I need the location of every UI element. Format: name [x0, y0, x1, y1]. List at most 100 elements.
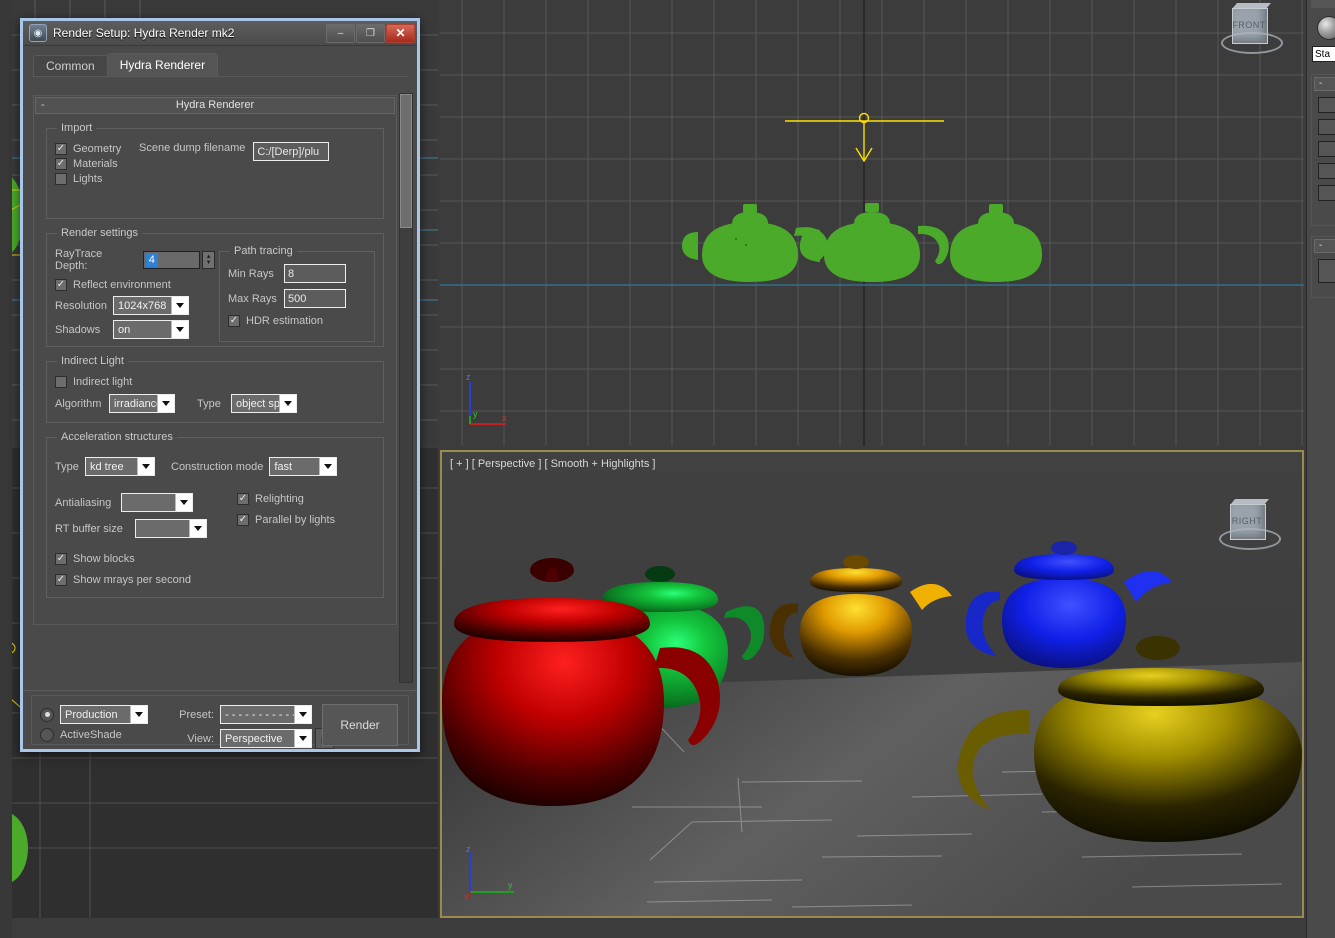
row-activeshade[interactable]: ActiveShade — [40, 728, 148, 742]
row-show-blocks[interactable]: Show blocks — [55, 553, 375, 565]
render-button[interactable]: Render — [322, 704, 398, 746]
reflect-environment-checkbox[interactable] — [55, 279, 67, 291]
row-accel-type[interactable]: Type kd tree Construction mode fast — [55, 457, 375, 476]
algorithm-combo[interactable]: irradiance — [109, 394, 175, 413]
row-hdr-estimation[interactable]: HDR estimation — [228, 315, 366, 327]
chevron-down-icon[interactable] — [189, 520, 206, 537]
tab-hydra-renderer[interactable]: Hydra Renderer — [107, 53, 218, 76]
minimize-button[interactable]: – — [326, 24, 355, 43]
row-indirect-light[interactable]: Indirect light — [55, 376, 375, 388]
dialog-tabs[interactable]: Common Hydra Renderer — [23, 54, 417, 76]
cp-row-5[interactable] — [1318, 185, 1335, 201]
row-rt-buffer-size[interactable]: RT buffer size — [55, 519, 225, 538]
show-blocks-label: Show blocks — [73, 553, 135, 565]
raytrace-depth-input[interactable]: 4 — [143, 251, 200, 269]
tab-common[interactable]: Common — [33, 55, 108, 76]
row-lights[interactable]: Lights — [55, 173, 139, 185]
row-materials[interactable]: Materials — [55, 158, 139, 170]
indirect-type-combo[interactable]: object spa — [231, 394, 297, 413]
row-algorithm[interactable]: Algorithm irradiance Type object spa — [55, 394, 375, 413]
rollout-header[interactable]: - Hydra Renderer — [35, 97, 395, 114]
hdr-estimation-checkbox[interactable] — [228, 315, 240, 327]
chevron-down-icon[interactable] — [171, 321, 188, 338]
perspective-render — [442, 452, 1302, 916]
cp-rollout-2[interactable]: - — [1311, 236, 1335, 298]
construction-mode-combo[interactable]: fast — [269, 457, 337, 476]
row-view[interactable]: View: Perspective — [172, 728, 334, 749]
scene-dump-input[interactable]: C:/[Derp]/plu — [253, 142, 329, 161]
cp-name-field[interactable]: Sta — [1312, 46, 1335, 62]
activeshade-radio[interactable] — [40, 728, 54, 742]
shadows-combo[interactable]: on — [113, 320, 189, 339]
cp-rollout-1-header[interactable]: - — [1314, 77, 1335, 91]
row-relighting[interactable]: Relighting — [237, 493, 375, 505]
row-raytrace-depth[interactable]: RayTrace Depth: 4 ▲ ▼ — [55, 248, 215, 272]
chevron-down-icon[interactable] — [157, 395, 174, 412]
lights-checkbox[interactable] — [55, 173, 67, 185]
scrollbar-thumb[interactable] — [400, 94, 412, 228]
cp-row-2[interactable] — [1318, 119, 1335, 135]
chevron-down-icon[interactable] — [294, 730, 311, 747]
relighting-checkbox[interactable] — [237, 493, 249, 505]
activeshade-label: ActiveShade — [60, 729, 122, 741]
viewcube-perspective[interactable]: RIGHT — [1220, 498, 1276, 554]
chevron-down-icon[interactable] — [294, 706, 311, 723]
lights-label: Lights — [73, 173, 102, 185]
materials-checkbox[interactable] — [55, 158, 67, 170]
production-combo[interactable]: Production — [60, 705, 148, 724]
viewport-perspective[interactable]: [ + ] [ Perspective ] [ Smooth + Highlig… — [440, 450, 1304, 918]
geometry-checkbox[interactable] — [55, 143, 67, 155]
cp-row-4[interactable] — [1318, 163, 1335, 179]
min-rays-input[interactable]: 8 — [284, 264, 346, 283]
row-min-rays[interactable]: Min Rays 8 — [228, 264, 366, 283]
show-blocks-checkbox[interactable] — [55, 553, 67, 565]
row-shadows[interactable]: Shadows on — [55, 320, 215, 339]
row-geometry[interactable]: Geometry — [55, 143, 139, 155]
chevron-down-icon[interactable] — [319, 458, 336, 475]
chevron-down-icon[interactable] — [175, 494, 192, 511]
antialiasing-combo[interactable] — [121, 493, 193, 512]
show-mrays-checkbox[interactable] — [55, 574, 67, 586]
rt-buffer-combo[interactable] — [135, 519, 207, 538]
chevron-down-icon[interactable] — [137, 458, 154, 475]
cp-row-1[interactable] — [1318, 97, 1335, 113]
row-reflect-environment[interactable]: Reflect environment — [55, 279, 215, 291]
accel-type-combo[interactable]: kd tree — [85, 457, 155, 476]
row-antialiasing[interactable]: Antialiasing — [55, 493, 225, 512]
cp-round-button[interactable] — [1317, 16, 1335, 40]
indirect-light-checkbox[interactable] — [55, 376, 67, 388]
viewcube-front[interactable]: FRONT — [1222, 2, 1278, 58]
dialog-scroll-host: - Hydra Renderer Import Geometry — [23, 85, 417, 691]
cp-row-6[interactable] — [1318, 259, 1335, 283]
chevron-down-icon[interactable] — [171, 297, 188, 314]
production-radio[interactable] — [40, 708, 54, 722]
max-rays-input[interactable]: 500 — [284, 289, 346, 308]
maximize-button[interactable]: ❐ — [356, 24, 385, 43]
chevron-down-icon[interactable] — [130, 706, 147, 723]
cp-rollout-2-header[interactable]: - — [1314, 239, 1335, 253]
dialog-titlebar[interactable]: ◉ Render Setup: Hydra Render mk2 – ❐ ✕ — [23, 21, 417, 46]
view-combo[interactable]: Perspective — [220, 729, 312, 748]
chevron-down-icon[interactable] — [279, 395, 296, 412]
dialog-scrollbar[interactable] — [399, 93, 413, 683]
resolution-combo[interactable]: 1024x768 — [113, 296, 189, 315]
row-resolution[interactable]: Resolution 1024x768 — [55, 296, 215, 315]
row-max-rays[interactable]: Max Rays 500 — [228, 289, 366, 308]
cp-row-3[interactable] — [1318, 141, 1335, 157]
row-production[interactable]: Production — [40, 705, 148, 724]
close-button[interactable]: ✕ — [386, 24, 415, 43]
raytrace-depth-spinner[interactable]: ▲ ▼ — [202, 251, 215, 269]
viewcube-compass-ring — [1221, 32, 1283, 54]
row-show-mrays[interactable]: Show mrays per second — [55, 574, 375, 586]
parallel-by-lights-checkbox[interactable] — [237, 514, 249, 526]
rollout-collapse-icon[interactable]: - — [41, 98, 45, 113]
cp-rollout-1[interactable]: - — [1311, 74, 1335, 226]
dialog-scroll-pane: - Hydra Renderer Import Geometry — [33, 95, 397, 687]
render-setup-dialog[interactable]: ◉ Render Setup: Hydra Render mk2 – ❐ ✕ C… — [20, 18, 420, 752]
row-preset[interactable]: Preset: - - - - - - - - - - - - - - - - … — [172, 705, 334, 724]
command-panel[interactable]: Sta - - — [1306, 0, 1335, 938]
row-parallel-by-lights[interactable]: Parallel by lights — [237, 514, 375, 526]
viewport-front[interactable]: FRONT z y x — [440, 0, 1304, 446]
preset-combo[interactable]: - - - - - - - - - - - - - - - - - - — [220, 705, 312, 724]
construction-mode-label: Construction mode — [171, 461, 263, 473]
